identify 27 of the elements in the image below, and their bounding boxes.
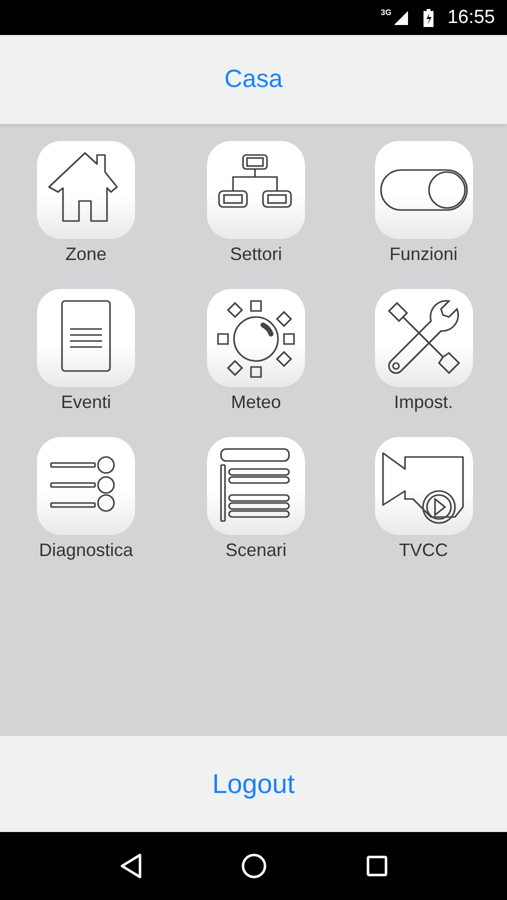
tile-button[interactable] <box>374 141 472 239</box>
tile-button[interactable] <box>207 289 305 387</box>
tile-button[interactable] <box>207 437 305 535</box>
tile-label: Settori <box>230 244 282 265</box>
tile-label: Diagnostica <box>38 540 134 561</box>
tile-button[interactable] <box>374 289 472 387</box>
tile-button[interactable] <box>37 289 135 387</box>
network-type: 3G <box>380 8 392 17</box>
recents-icon[interactable] <box>366 855 388 877</box>
tile-label: Meteo <box>230 392 282 413</box>
tile-label: Scenari <box>225 540 287 561</box>
signal-icon <box>394 10 408 24</box>
home-icon[interactable] <box>241 853 268 879</box>
tile-button[interactable] <box>374 437 472 535</box>
tile-button[interactable] <box>37 437 135 535</box>
tile-button[interactable] <box>37 141 135 239</box>
tile-label: Funzioni <box>389 244 458 265</box>
back-icon[interactable] <box>119 853 144 879</box>
tile-label: TVCC <box>399 540 448 561</box>
clock: 16:55 <box>447 6 495 28</box>
tile-button[interactable] <box>207 141 305 239</box>
tile-label: Zone <box>65 244 107 265</box>
logout-button[interactable]: Logout <box>204 764 303 804</box>
page-title: Casa <box>224 65 283 94</box>
tile-label: Eventi <box>60 392 112 413</box>
tile-label: Impost. <box>394 392 454 413</box>
battery-icon <box>423 8 434 26</box>
